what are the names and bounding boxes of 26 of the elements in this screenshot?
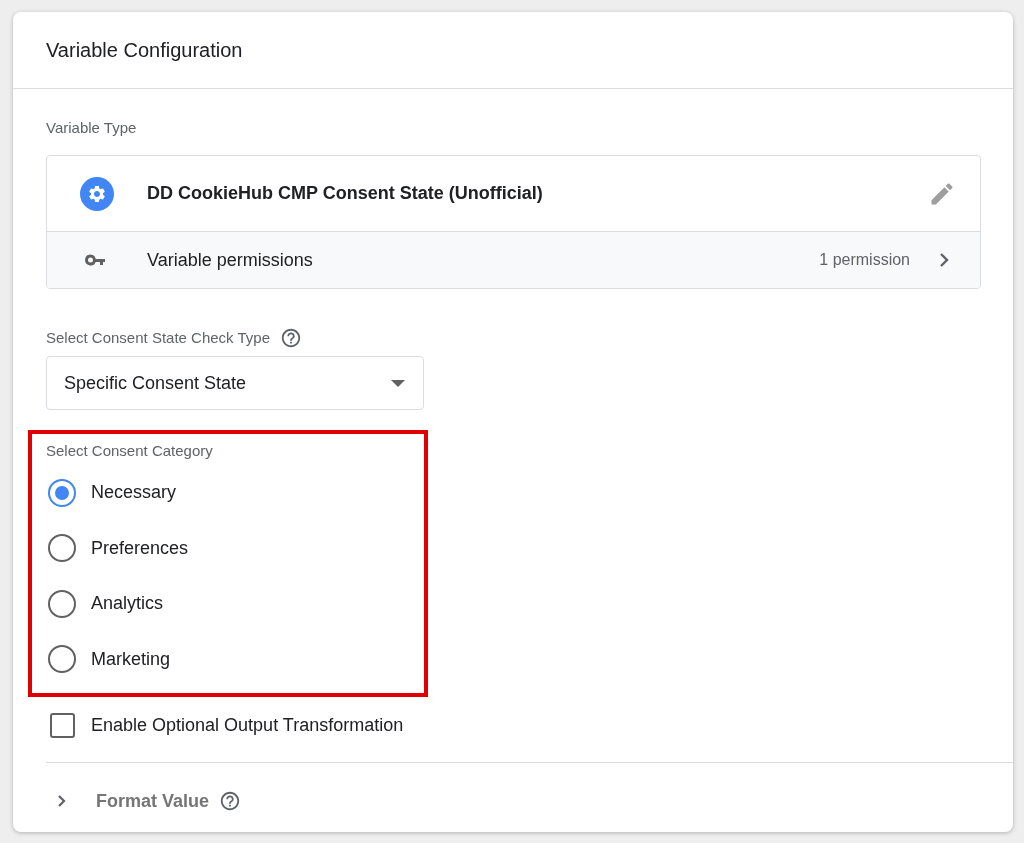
caret-icon (391, 379, 405, 387)
radio-option[interactable]: Marketing (46, 631, 424, 687)
radio-button[interactable] (48, 589, 76, 618)
radio-option[interactable]: Necessary (46, 465, 424, 521)
field-label: Select Consent Category (46, 441, 214, 461)
dialog-title: Variable Configuration (46, 38, 243, 63)
radio-option[interactable]: Analytics (46, 576, 424, 632)
section-label: Variable Type (46, 118, 138, 138)
radio-option[interactable]: Preferences (46, 520, 424, 576)
permissions-row[interactable]: Variable permissions 1 permission (47, 232, 980, 288)
radio-button[interactable] (48, 645, 76, 674)
checkbox[interactable] (50, 712, 75, 738)
gear-icon (80, 176, 114, 211)
format-value-toggle[interactable]: Format Value (46, 781, 1013, 821)
field-label: Select Consent State Check Type (46, 328, 271, 348)
variable-type-name: DD CookieHub CMP Consent State (Unofficial) (147, 182, 543, 205)
checkbox-option[interactable]: Enable Optional Output Transformation (46, 705, 1013, 745)
radio-button[interactable] (48, 478, 76, 507)
chevron-right-icon (938, 252, 950, 268)
key-icon (85, 254, 107, 266)
permissions-count: 1 permission (819, 250, 910, 270)
permissions-label: Variable permissions (147, 248, 313, 272)
help-icon[interactable] (219, 790, 242, 812)
dropdown[interactable]: Specific Consent State (46, 356, 424, 410)
help-icon[interactable] (280, 327, 303, 349)
radio-button[interactable] (48, 534, 76, 563)
